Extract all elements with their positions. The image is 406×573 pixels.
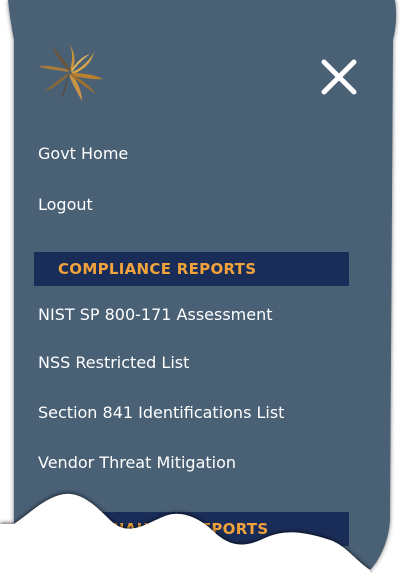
section-title-compliance-reports: COMPLIANCE REPORTS	[58, 260, 257, 278]
menu-item-nss-restricted-list[interactable]: NSS Restricted List	[38, 353, 189, 373]
menu-item-section-841-list[interactable]: Section 841 Identifications List	[38, 403, 284, 423]
menu-item-govt-home[interactable]: Govt Home	[38, 144, 128, 164]
starburst-logo-icon[interactable]	[32, 40, 112, 108]
section-header-compliance-reports: COMPLIANCE REPORTS	[34, 252, 349, 286]
menu-item-logout[interactable]: Logout	[38, 195, 93, 215]
section-header-analysis-reports: ANALYSIS REPORTS	[34, 512, 349, 546]
section-title-analysis-reports: ANALYSIS REPORTS	[100, 520, 269, 538]
close-icon[interactable]	[318, 56, 360, 98]
menu-screenshot: Govt Home Logout COMPLIANCE REPORTS NIST…	[0, 0, 406, 573]
menu-item-vendor-threat-mitigation[interactable]: Vendor Threat Mitigation	[38, 453, 236, 473]
menu-item-nist-assessment[interactable]: NIST SP 800-171 Assessment	[38, 305, 273, 325]
